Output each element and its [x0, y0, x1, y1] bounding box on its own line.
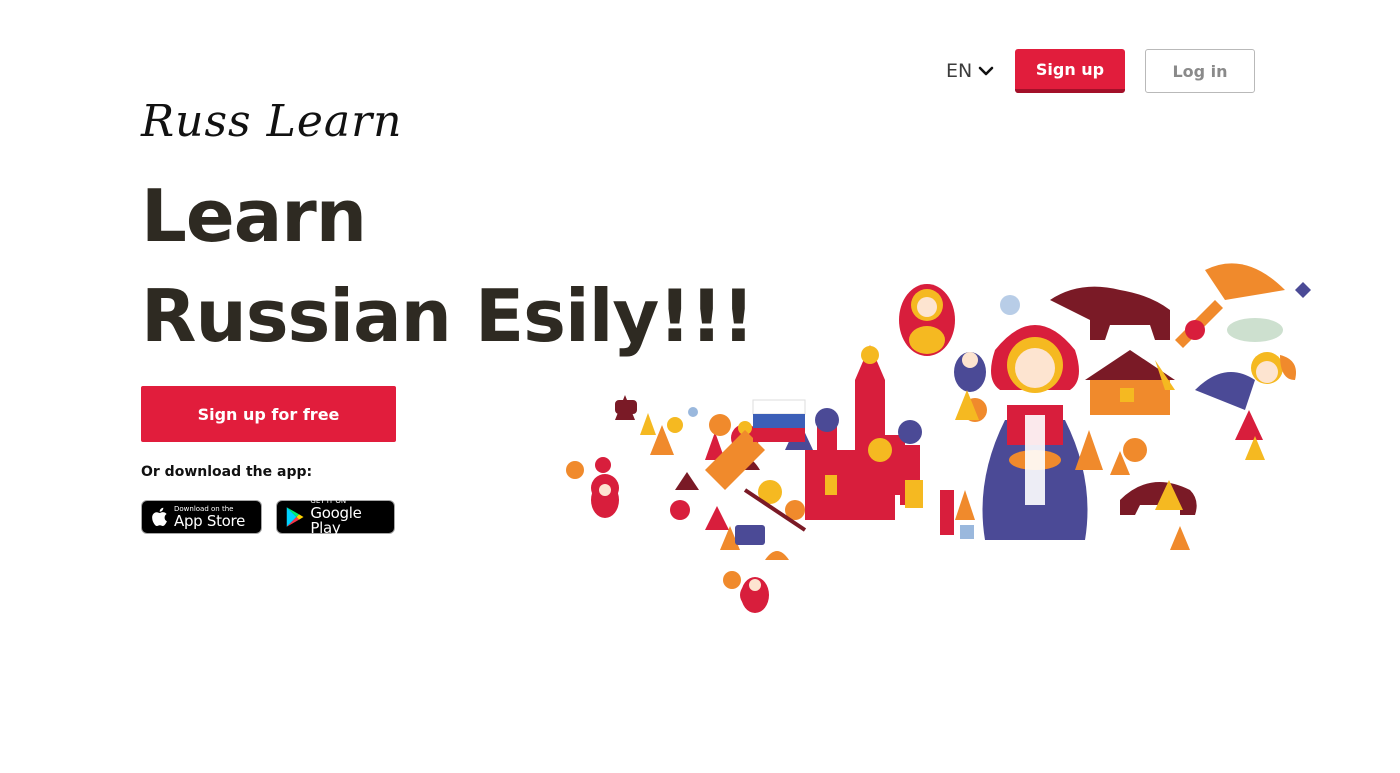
kremlin-cathedral	[805, 345, 923, 520]
landing-page: EN Sign up Log in Russ Learn Learn Russi…	[0, 0, 1400, 773]
folk-girl-figure	[982, 325, 1088, 540]
app-store-text: Download on the App Store	[174, 505, 246, 530]
language-selector[interactable]: EN	[946, 60, 994, 82]
header-signup-button[interactable]: Sign up	[1015, 49, 1125, 93]
russian-flag	[752, 399, 806, 442]
download-app-label: Or download the app:	[141, 464, 313, 480]
google-play-badge[interactable]: GET IT ON Google Play	[276, 498, 395, 536]
chevron-down-icon	[978, 66, 994, 76]
google-play-text: GET IT ON Google Play	[310, 498, 386, 536]
app-store-big-text: App Store	[174, 511, 246, 530]
app-store-badge[interactable]: Download on the App Store	[141, 500, 262, 534]
google-play-big-text: Google Play	[310, 504, 362, 537]
russia-map-illustration	[566, 263, 1311, 613]
hero-title-line-1: Learn	[141, 174, 367, 258]
apple-icon	[152, 507, 167, 526]
header-login-button[interactable]: Log in	[1145, 49, 1255, 93]
language-label: EN	[946, 60, 973, 82]
google-play-icon	[286, 507, 304, 527]
site-logo[interactable]: Russ Learn	[141, 96, 402, 147]
signup-free-button[interactable]: Sign up for free	[141, 386, 396, 442]
